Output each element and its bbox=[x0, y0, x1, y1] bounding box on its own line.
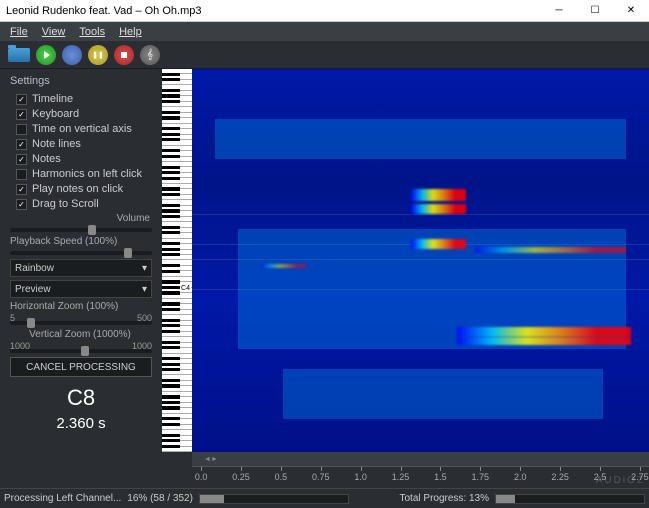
menu-file[interactable]: File bbox=[4, 25, 34, 39]
hzoom-label: Horizontal Zoom (100%) bbox=[10, 301, 152, 312]
vzoom-slider[interactable] bbox=[10, 349, 152, 353]
total-progress bbox=[495, 494, 645, 504]
check-note-lines[interactable]: ✓Note lines bbox=[16, 138, 152, 150]
ruler-tick-label: 0.75 bbox=[312, 472, 330, 482]
menu-tools[interactable]: Tools bbox=[73, 25, 111, 39]
play-button[interactable] bbox=[36, 45, 56, 65]
window-titlebar: Leonid Rudenko feat. Vad – Oh Oh.mp3 ─ ☐… bbox=[0, 0, 649, 22]
volume-slider[interactable] bbox=[10, 228, 152, 232]
preview-dropdown[interactable]: Preview▾ bbox=[10, 280, 152, 298]
status-left-percent: 16% (58 / 352) bbox=[127, 493, 193, 504]
settings-header: Settings bbox=[10, 75, 152, 87]
check-harmonics[interactable]: Harmonics on left click bbox=[16, 168, 152, 180]
settings-panel: Settings ✓Timeline ✓Keyboard Time on ver… bbox=[0, 69, 162, 488]
minimize-button[interactable]: ─ bbox=[541, 0, 577, 21]
pause-button[interactable] bbox=[88, 45, 108, 65]
cancel-processing-button[interactable]: CANCEL PROCESSING bbox=[10, 357, 152, 377]
check-timeline[interactable]: ✓Timeline bbox=[16, 93, 152, 105]
menubar: File View Tools Help bbox=[0, 22, 649, 41]
menu-view[interactable]: View bbox=[36, 25, 72, 39]
ruler-tick-label: 0.25 bbox=[232, 472, 250, 482]
hzoom-slider[interactable] bbox=[10, 321, 152, 325]
ruler-tick-label: 0.5 bbox=[275, 472, 288, 482]
color-scheme-dropdown[interactable]: Rainbow▾ bbox=[10, 259, 152, 277]
chevron-down-icon: ▾ bbox=[142, 263, 147, 274]
ruler-tick-label: 1.25 bbox=[392, 472, 410, 482]
spectrogram[interactable] bbox=[192, 69, 649, 452]
music-icon[interactable] bbox=[140, 45, 160, 65]
forward-button[interactable] bbox=[62, 45, 82, 65]
maximize-button[interactable]: ☐ bbox=[577, 0, 613, 21]
ruler-tick-label: 1.75 bbox=[472, 472, 490, 482]
speed-label: Playback Speed (100%) bbox=[10, 236, 152, 247]
c4-label: C4 bbox=[180, 285, 191, 292]
visualization-area: C4 0.00.250.50.751.01.251.51.752.02.252 bbox=[162, 69, 649, 488]
stop-button[interactable] bbox=[114, 45, 134, 65]
volume-label: Volume bbox=[10, 213, 152, 224]
chevron-down-icon: ▾ bbox=[142, 284, 147, 295]
check-keyboard[interactable]: ✓Keyboard bbox=[16, 108, 152, 120]
open-file-icon[interactable] bbox=[8, 48, 30, 62]
check-notes[interactable]: ✓Notes bbox=[16, 153, 152, 165]
close-button[interactable]: ✕ bbox=[613, 0, 649, 21]
speed-slider[interactable] bbox=[10, 251, 152, 255]
ruler-tick-label: 0.0 bbox=[195, 472, 208, 482]
status-left-label: Processing Left Channel... bbox=[4, 493, 121, 504]
window-controls: ─ ☐ ✕ bbox=[541, 0, 649, 21]
ruler-tick-label: 2.25 bbox=[551, 472, 569, 482]
time-ruler[interactable]: 0.00.250.50.751.01.251.51.752.02.252.52.… bbox=[192, 466, 649, 488]
horizontal-scrollbar[interactable] bbox=[192, 452, 649, 466]
toolbar bbox=[0, 41, 649, 69]
watermark: AUDiOZ bbox=[596, 475, 645, 486]
time-readout: 2.360 s bbox=[10, 415, 152, 432]
menu-help[interactable]: Help bbox=[113, 25, 148, 39]
check-play-notes[interactable]: ✓Play notes on click bbox=[16, 183, 152, 195]
ruler-tick-label: 2.0 bbox=[514, 472, 527, 482]
check-drag-scroll[interactable]: ✓Drag to Scroll bbox=[16, 198, 152, 210]
statusbar: Processing Left Channel... 16% (58 / 352… bbox=[0, 488, 649, 508]
channel-progress bbox=[199, 494, 349, 504]
status-total-label: Total Progress: 13% bbox=[400, 493, 490, 504]
vzoom-label: Vertical Zoom (1000%) bbox=[10, 329, 152, 340]
check-time-vertical[interactable]: Time on vertical axis bbox=[16, 123, 152, 135]
piano-keyboard[interactable]: C4 bbox=[162, 69, 192, 452]
ruler-tick-label: 1.0 bbox=[354, 472, 367, 482]
note-readout: C8 bbox=[10, 385, 152, 411]
ruler-tick-label: 1.5 bbox=[434, 472, 447, 482]
window-title: Leonid Rudenko feat. Vad – Oh Oh.mp3 bbox=[6, 5, 201, 17]
